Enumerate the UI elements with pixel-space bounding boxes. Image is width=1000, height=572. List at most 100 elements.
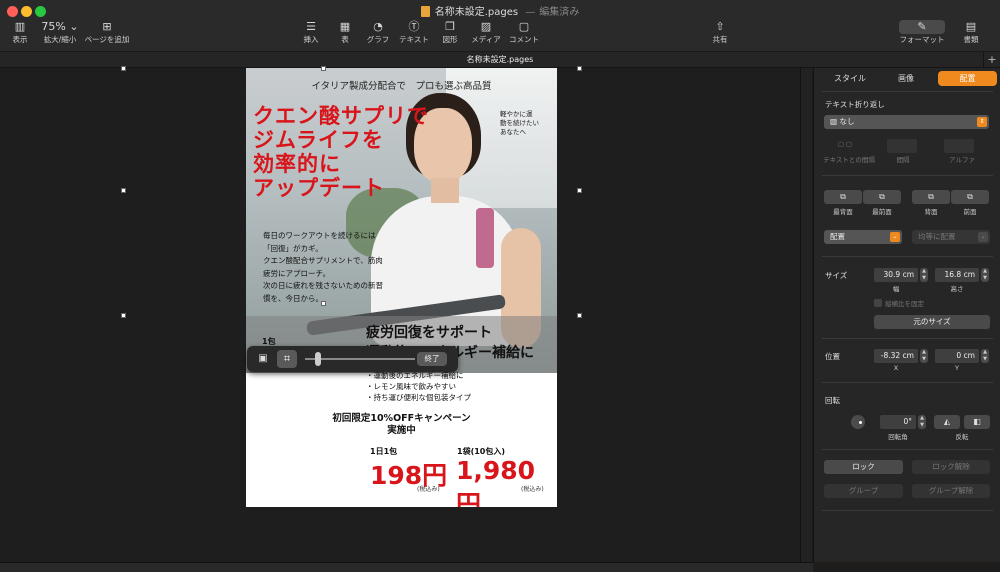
- page-sideline: 軽やかに運 動を続けたい あなたへ: [500, 110, 539, 136]
- bring-to-front-button[interactable]: ⧉: [863, 190, 901, 204]
- photo-neck: [431, 178, 459, 203]
- width-stepper[interactable]: ▲ ▼: [920, 268, 928, 282]
- table-icon: ▦: [339, 20, 351, 33]
- paintbrush-icon: ✎: [899, 20, 945, 34]
- y-stepper[interactable]: ▲ ▼: [981, 349, 989, 363]
- height-stepper[interactable]: ▲ ▼: [981, 268, 989, 282]
- x-field[interactable]: -8.32 cm: [874, 349, 918, 363]
- text-fit-label: テキストとの間隔: [823, 156, 875, 164]
- flip-vertical-icon[interactable]: ◭: [934, 415, 960, 429]
- angle-stepper[interactable]: ▲ ▼: [918, 415, 926, 429]
- bottom-bar: [0, 562, 813, 572]
- selection-handle[interactable]: [577, 188, 582, 193]
- constrain-label: 縦横比を固定: [885, 300, 924, 308]
- media-button[interactable]: ▨ メディア: [470, 20, 502, 45]
- vertical-scrollbar[interactable]: [800, 68, 812, 562]
- rotation-dial[interactable]: [851, 415, 865, 429]
- image-scale-slider-knob[interactable]: [315, 352, 322, 366]
- spacing-field[interactable]: [887, 139, 917, 153]
- divider: [822, 256, 993, 257]
- sidebar-icon: ▥: [14, 20, 26, 33]
- format-button[interactable]: ✎ フォーマット: [896, 20, 948, 45]
- inspector-panel: スタイル 画像 配置 テキスト折り返し ▧ なし ⇕ ▢ ▢ テキストとの間隔 間…: [813, 68, 1000, 562]
- image-scale-slider[interactable]: [305, 358, 415, 360]
- tab-style[interactable]: スタイル: [822, 71, 878, 86]
- tab-image[interactable]: 画像: [878, 71, 934, 86]
- zoom-value: 75% ⌄: [41, 20, 79, 33]
- ungroup-button[interactable]: グループ解除: [912, 484, 990, 498]
- align-select[interactable]: 配置 ⌄: [824, 230, 902, 244]
- document-icon: ▤: [965, 20, 977, 33]
- selection-handle[interactable]: [577, 313, 582, 318]
- window-toolbar: 名称未設定.pages — 編集済み ▥ 表示 75% ⌄ 拡大/縮小 ⊞ ページを追加…: [0, 0, 1000, 52]
- distribute-select[interactable]: 均等に配置 ⌄: [912, 230, 990, 244]
- zoom-menu[interactable]: 75% ⌄ 拡大/縮小: [40, 20, 80, 45]
- campaign-text: 初回限定10%OFFキャンペーン 実施中: [332, 413, 471, 436]
- mask-edit-bar: ▣ ⌗ 終了: [247, 346, 458, 372]
- divider: [822, 449, 993, 450]
- done-button[interactable]: 終了: [417, 352, 447, 366]
- y-field[interactable]: 0 cm: [935, 349, 979, 363]
- view-button[interactable]: ▥ 表示: [8, 20, 32, 45]
- selection-handle[interactable]: [121, 188, 126, 193]
- original-size-button[interactable]: 元のサイズ: [874, 315, 990, 329]
- photo-strap: [476, 208, 494, 268]
- lock-button[interactable]: ロック: [824, 460, 903, 474]
- angle-field[interactable]: 0°: [880, 415, 916, 429]
- tab-arrange[interactable]: 配置: [938, 71, 997, 86]
- edit-image-icon[interactable]: ▣: [253, 350, 273, 368]
- flip-horizontal-icon[interactable]: ◧: [964, 415, 990, 429]
- height-field[interactable]: 16.8 cm: [935, 268, 979, 282]
- back-label: 最背面: [833, 208, 853, 216]
- add-page-icon: ⊞: [102, 20, 112, 33]
- constrain-checkbox[interactable]: [874, 299, 882, 307]
- text-fit-icons: ▢ ▢: [837, 140, 853, 148]
- width-field[interactable]: 30.9 cm: [874, 268, 918, 282]
- chevron-down-icon: ⌄: [978, 232, 988, 242]
- shape-icon: ❐: [445, 20, 455, 33]
- text-wrap-select[interactable]: ▧ なし ⇕: [824, 115, 989, 129]
- front-label: 最前面: [872, 208, 892, 216]
- chevron-down-icon: ⌄: [890, 232, 900, 242]
- chart-icon: ◔: [373, 20, 383, 33]
- selection-handle[interactable]: [577, 66, 582, 71]
- chart-button[interactable]: ◔ グラフ: [365, 20, 391, 45]
- comment-button[interactable]: ▢ コメント: [508, 20, 540, 45]
- band-heading-1: 疲労回復をサポート: [366, 325, 492, 341]
- bring-forward-button[interactable]: ⧉: [951, 190, 989, 204]
- page-headline: クエン酸サプリで ジムライフを 効率的に アップデート: [253, 104, 429, 200]
- insert-button[interactable]: ☰ 挿入: [300, 20, 322, 45]
- table-button[interactable]: ▦ 表: [334, 20, 356, 45]
- inspector-tabs: スタイル 画像 配置: [814, 71, 1000, 86]
- share-icon: ⇧: [715, 20, 725, 33]
- selection-handle[interactable]: [121, 313, 126, 318]
- add-page-button[interactable]: ⊞ ページを追加: [84, 20, 130, 45]
- share-button[interactable]: ⇧ 共有: [708, 20, 732, 45]
- send-to-back-button[interactable]: ⧉: [824, 190, 862, 204]
- list-item: ・持ち運び便利な個包装タイプ: [366, 393, 471, 402]
- shape-button[interactable]: ❐ 図形: [438, 20, 462, 45]
- document-button[interactable]: ▤ 書類: [959, 20, 983, 45]
- selection-handle[interactable]: [321, 301, 326, 306]
- group-button[interactable]: グループ: [824, 484, 903, 498]
- text-button[interactable]: Ⓣ テキスト: [398, 20, 430, 45]
- divider: [822, 510, 993, 511]
- position-label: 位置: [825, 352, 840, 361]
- alpha-label: アルファ: [949, 156, 975, 164]
- crop-mask-icon[interactable]: ⌗: [277, 350, 297, 368]
- selection-handle[interactable]: [321, 66, 326, 71]
- selection-handle[interactable]: [121, 66, 126, 71]
- document-tab[interactable]: 名称未設定.pages: [0, 54, 1000, 65]
- unlock-button[interactable]: ロック解除: [912, 460, 990, 474]
- feature-list: ・運動後のエネルギー補給に ・レモン風味で飲みやすい ・持ち運び便利な個包装タイ…: [366, 370, 471, 403]
- price-1-tax: (税込み): [417, 486, 440, 493]
- divider: [822, 175, 993, 176]
- send-backward-button[interactable]: ⧉: [912, 190, 950, 204]
- alpha-field[interactable]: [944, 139, 974, 153]
- forward-label: 前面: [963, 208, 977, 216]
- list-item: ・レモン風味で飲みやすい: [366, 382, 456, 391]
- document-page[interactable]: イタリア製成分配合で プロも選ぶ高品質 クエン酸サプリで ジムライフを 効率的に…: [246, 68, 557, 507]
- backward-label: 背面: [924, 208, 938, 216]
- new-tab-button[interactable]: +: [983, 52, 1000, 68]
- x-stepper[interactable]: ▲ ▼: [920, 349, 928, 363]
